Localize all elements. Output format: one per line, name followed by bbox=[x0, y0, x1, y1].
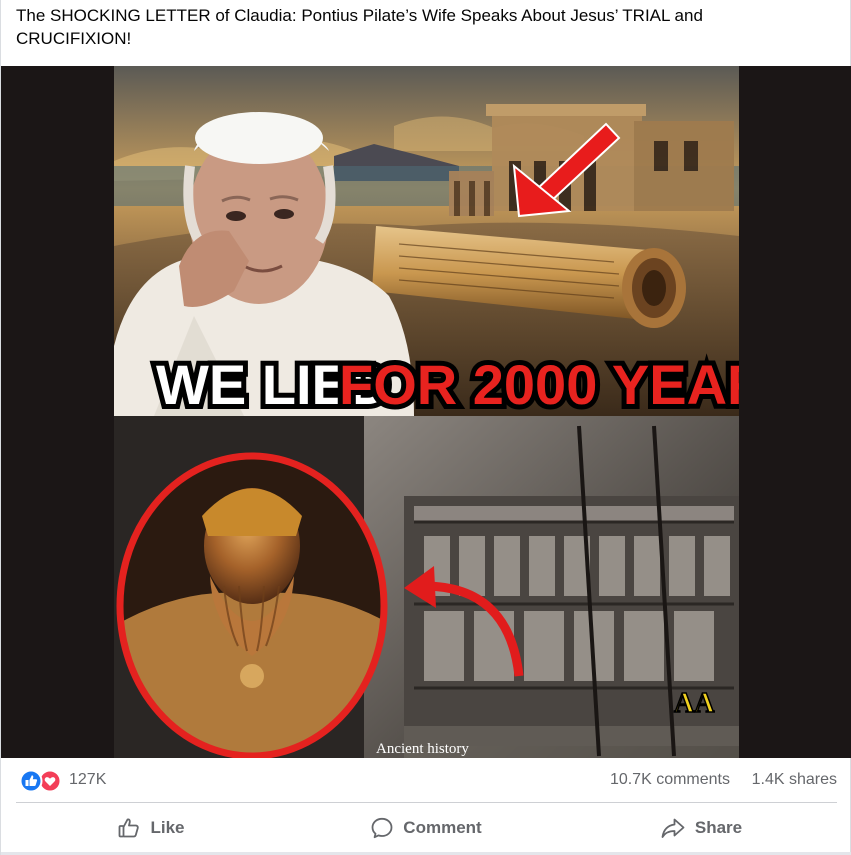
post-actions: Like Comment Share bbox=[1, 806, 851, 850]
post-text: The SHOCKING LETTER of Claudia: Pontius … bbox=[16, 6, 703, 48]
corner-mark: AA bbox=[674, 688, 715, 719]
divider bbox=[16, 802, 837, 803]
reactions-summary: 127K 10.7K comments 1.4K shares bbox=[1, 764, 851, 800]
headline-text: WE LIED WE LIED FOR 2000 YEARS FOR 2000 … bbox=[151, 348, 739, 421]
like-icon bbox=[19, 769, 43, 793]
share-arrow-icon bbox=[661, 818, 685, 838]
comments-count[interactable]: 10.7K comments bbox=[610, 771, 730, 789]
shares-count[interactable]: 1.4K shares bbox=[752, 771, 837, 789]
like-button[interactable]: Like bbox=[16, 806, 286, 850]
share-button[interactable]: Share bbox=[566, 806, 836, 850]
post-card: The SHOCKING LETTER of Claudia: Pontius … bbox=[0, 0, 851, 855]
post-image[interactable]: WE LIED WE LIED FOR 2000 YEARS FOR 2000 … bbox=[114, 66, 739, 758]
comment-bubble-icon bbox=[371, 817, 393, 839]
like-label: Like bbox=[150, 818, 185, 837]
thumbnail-artwork: WE LIED WE LIED FOR 2000 YEARS FOR 2000 … bbox=[114, 66, 739, 758]
reaction-icons[interactable] bbox=[19, 769, 65, 793]
post-media[interactable]: WE LIED WE LIED FOR 2000 YEARS FOR 2000 … bbox=[1, 66, 851, 758]
watermark-text: Ancient history bbox=[376, 741, 469, 757]
comment-button[interactable]: Comment bbox=[291, 806, 561, 850]
thumbs-up-icon bbox=[119, 818, 140, 838]
comment-label: Comment bbox=[403, 818, 482, 837]
reaction-count[interactable]: 127K bbox=[69, 771, 106, 789]
headline-red: FOR 2000 YEARS bbox=[339, 353, 739, 416]
love-icon bbox=[38, 769, 62, 793]
share-label: Share bbox=[694, 818, 743, 837]
